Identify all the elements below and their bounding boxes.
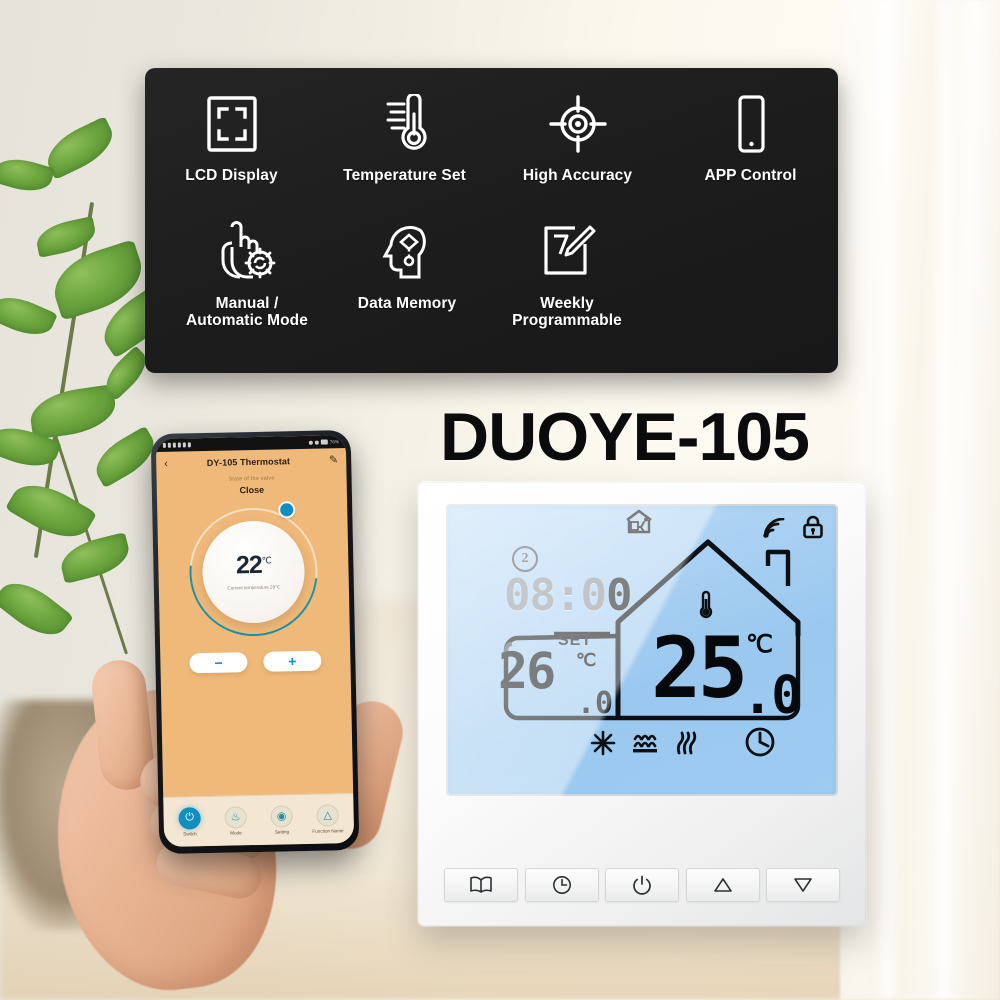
- thermostat-lcd-screen: 2 08:00 SET 26 ℃ .0 25 ℃ .0: [446, 504, 838, 796]
- current-temperature-decimal: .0: [742, 666, 803, 726]
- triangle-down-icon: [794, 878, 812, 892]
- temp-up-button[interactable]: [685, 868, 760, 902]
- nav-label: Switch: [183, 830, 197, 837]
- temperature-adjust-row: − +: [189, 650, 322, 674]
- thermometer-icon: [378, 90, 432, 158]
- feature-data-memory: Data Memory: [327, 218, 487, 330]
- dial-knob-handle[interactable]: [280, 503, 294, 517]
- day-of-week-badge: 2: [512, 546, 538, 572]
- snowflake-icon: [590, 730, 616, 756]
- lock-icon: [802, 515, 824, 539]
- feature-label: APP Control: [704, 167, 797, 184]
- feature-high-accuracy: High Accuracy: [491, 90, 664, 184]
- temp-down-button[interactable]: [766, 868, 840, 902]
- set-temperature-decimal: .0: [577, 686, 614, 721]
- valve-state-value: Close: [239, 484, 265, 496]
- temperature-dial[interactable]: 22℃ Current temperature 28℃: [163, 481, 344, 663]
- nav-item-mode[interactable]: ♨ Mode: [212, 805, 259, 837]
- app-title: DY-105 Thermostat: [206, 456, 291, 468]
- feature-label: Data Memory: [357, 295, 457, 312]
- phone-screen: 76% ‹ DY-105 Thermostat ✎ State of the v…: [155, 435, 355, 847]
- app-bottom-nav: ⏻ Switch ♨ Mode ◉ Setting △ Function Nam…: [163, 792, 355, 847]
- current-temperature-value: 25: [651, 619, 748, 717]
- clock-icon: [552, 876, 571, 894]
- nav-label: Setting: [274, 829, 290, 835]
- power-icon: ⏻: [178, 806, 201, 830]
- radiator-heat-icon: [676, 731, 697, 755]
- pencil-edit-icon[interactable]: ✎: [329, 454, 338, 466]
- dial-temperature-value: 22℃: [235, 550, 271, 580]
- status-bar-left-icons: [162, 442, 191, 448]
- decrease-temperature-button[interactable]: −: [189, 652, 248, 674]
- feature-manual-automatic-mode: Manual / Automatic Mode: [167, 218, 327, 330]
- head-brain-icon: [381, 218, 433, 286]
- current-temperature-unit: ℃: [746, 631, 773, 658]
- set-label: SET: [558, 632, 593, 649]
- app-body: State of the valve Close 22℃ Current tem…: [157, 472, 354, 797]
- nav-label: Mode: [230, 830, 242, 836]
- feature-label: Weekly Programmable: [512, 295, 622, 330]
- lcd-display-icon: [205, 90, 259, 158]
- feature-label: High Accuracy: [522, 167, 633, 184]
- feature-label: Temperature Set: [343, 167, 466, 184]
- increase-temperature-button[interactable]: +: [263, 650, 322, 672]
- timer-button[interactable]: [524, 868, 599, 902]
- feature-weekly-programmable: Weekly Programmable: [487, 218, 647, 330]
- feature-label: LCD Display: [185, 167, 278, 184]
- feature-temperature-set: Temperature Set: [318, 90, 491, 184]
- thermometer-icon: [698, 589, 714, 619]
- book-icon: [470, 876, 492, 893]
- thermostat-button-row: [444, 868, 840, 902]
- feature-label: Manual / Automatic Mode: [186, 295, 308, 330]
- hand-gear-icon: [215, 218, 279, 286]
- page-title: DUOYE-105: [440, 399, 810, 475]
- nav-label: Function Name: [312, 827, 344, 834]
- calendar-pencil-icon: [538, 218, 596, 286]
- nav-item-function-name[interactable]: △ Function Name: [304, 803, 351, 835]
- dial-temperature-unit: ℃: [261, 555, 271, 566]
- feature-row-1: LCD Display Temperature Set High Accurac…: [145, 90, 838, 184]
- power-button[interactable]: [605, 868, 679, 902]
- valve-state-label: State of the valve: [228, 475, 275, 483]
- gear-icon: ◉: [270, 804, 293, 828]
- floor-heating-icon: [633, 734, 657, 753]
- lcd-clock-time: 08:00: [504, 570, 632, 621]
- thermostat-device: 2 08:00 SET 26 ℃ .0 25 ℃ .0: [418, 482, 866, 926]
- function-icon: △: [316, 803, 339, 827]
- droplet-mode-icon: ♨: [224, 805, 247, 829]
- phone-mockup: 76% ‹ DY-105 Thermostat ✎ State of the v…: [150, 429, 360, 855]
- mode-indicator-icons: [590, 726, 710, 760]
- timer-clock-icon: [744, 726, 776, 758]
- menu-book-button[interactable]: [444, 868, 518, 902]
- target-crosshair-icon: [548, 90, 607, 158]
- feature-panel: LCD Display Temperature Set High Accurac…: [145, 68, 838, 373]
- dial-current-temperature-label: Current temperature 28℃: [227, 584, 281, 591]
- chevron-left-icon[interactable]: ‹: [164, 457, 168, 469]
- set-temperature-unit: ℃: [576, 650, 597, 670]
- power-icon: [633, 875, 651, 895]
- feature-app-control: APP Control: [664, 90, 837, 184]
- feature-row-2: Manual / Automatic Mode Data Memory Week…: [167, 218, 727, 330]
- battery-label: 76%: [329, 439, 339, 445]
- triangle-up-icon: [713, 878, 732, 892]
- away-home-icon: [624, 509, 654, 535]
- nav-item-switch[interactable]: ⏻ Switch: [166, 806, 213, 838]
- phone-body: 76% ‹ DY-105 Thermostat ✎ State of the v…: [150, 429, 360, 855]
- feature-lcd-display: LCD Display: [145, 90, 318, 184]
- status-bar-right-icons: 76%: [308, 439, 339, 445]
- smartphone-icon: [732, 90, 770, 158]
- nav-item-setting[interactable]: ◉ Setting: [258, 804, 305, 836]
- wifi-icon: [762, 517, 786, 538]
- set-temperature-value: 26: [498, 642, 556, 700]
